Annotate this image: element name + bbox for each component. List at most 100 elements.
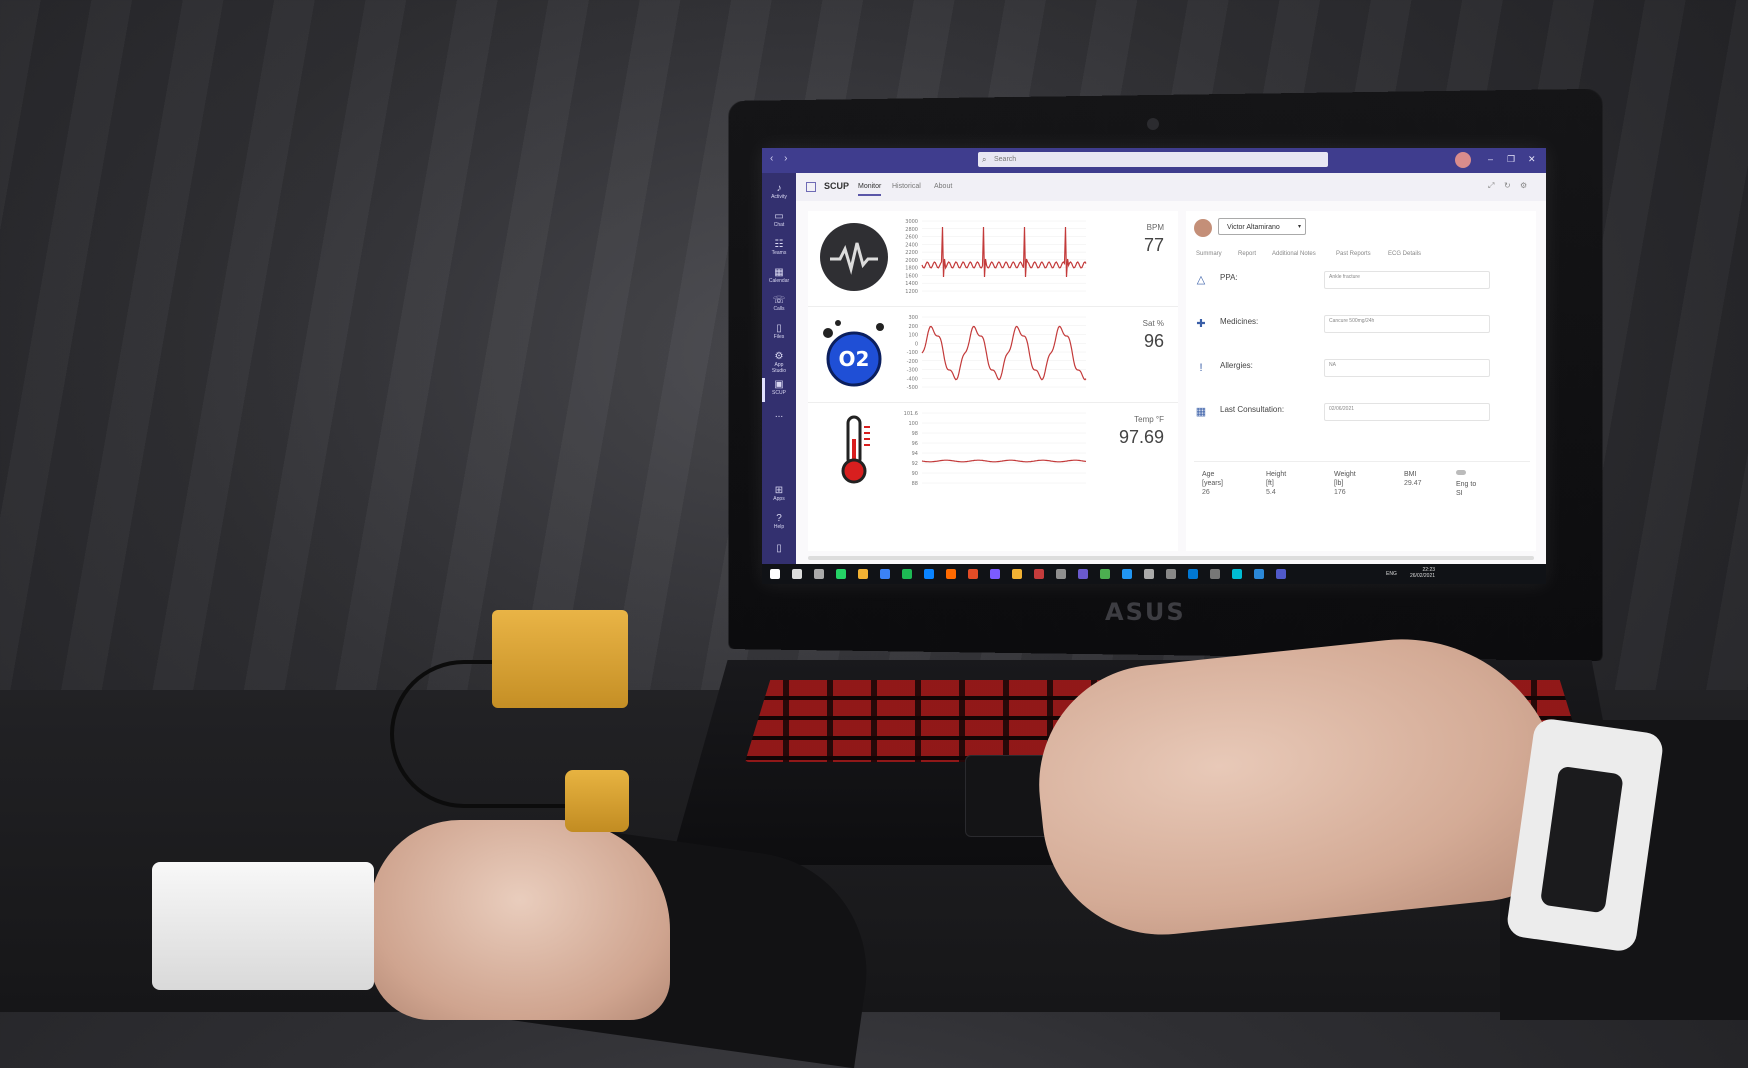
taskbar-app-icon[interactable] [1232,569,1242,579]
app-name: SCUP [824,181,850,191]
rail-chat[interactable]: ▭ Chat [768,211,790,228]
taskbar-app-icon[interactable] [1100,569,1110,579]
age-label: Age [years] [1202,471,1224,487]
taskbar-app-icon[interactable] [990,569,1000,579]
popout-icon[interactable]: ⤢ [1488,181,1494,191]
temp-tick-label: 92 [912,461,918,467]
rail-app-studio[interactable]: ⚙ App Studio [768,351,790,374]
sat-tick-label: -400 [907,376,918,382]
heart-rate-row: 3000 2800 2600 2400 2200 2000 1800 1600 1400 1200… [808,211,1178,307]
medicines-input[interactable]: Cancure 500mg/24h [1324,315,1490,333]
apps-icon: ⊞ [774,485,784,496]
taskbar-app-icon[interactable] [1254,569,1264,579]
settings-icon[interactable]: ⚙ [1520,181,1527,190]
rail-more[interactable]: ... [768,409,790,420]
minimize-icon[interactable]: – [1488,154,1493,164]
rail-apps[interactable]: ⊞ Apps [768,485,790,502]
refresh-icon[interactable]: ↻ [1504,181,1511,190]
weight-stat: Weight [lb] 176 [1334,470,1356,497]
tab-monitor[interactable]: Monitor [858,183,882,196]
tab-report[interactable]: Report [1238,251,1256,257]
search-input[interactable]: ⌕ Search [978,152,1328,167]
rail-label: Calendar [768,278,790,284]
rail-label: Help [773,524,785,530]
maximize-icon[interactable]: ❐ [1507,154,1515,165]
nav-arrows[interactable]: ‹ › [770,153,791,164]
taskbar-app-icon[interactable] [836,569,846,579]
temp-trace [921,459,1087,463]
vitals-panel: 3000 2800 2600 2400 2200 2000 1800 1600 1400 1200… [808,211,1178,551]
rail-label: SCUP [772,390,786,396]
taskbar-app-icon[interactable] [1034,569,1044,579]
taskbar-app-icon[interactable] [1210,569,1220,579]
taskbar-app-icon[interactable] [858,569,868,579]
teams-app-rail: ♪ Activity ▭ Chat ☷ Teams ▦ Calendar ☏ Calls … [762,173,796,584]
webcam [1147,118,1159,130]
mobile-icon: ▯ [776,543,782,554]
rail-calls[interactable]: ☏ Calls [768,295,790,312]
taskbar-app-icon[interactable] [792,569,802,579]
sat-value: 96 [1143,331,1164,351]
taskbar-app-icon[interactable] [924,569,934,579]
height-value: 5.4 [1266,489,1276,496]
tab-historical[interactable]: Historical [892,183,921,190]
age-stat: Age [years] 26 [1202,470,1223,497]
horizontal-scrollbar[interactable] [808,556,1534,560]
patient-select[interactable]: Victor Altamirano ▾ [1218,218,1306,235]
temp-tick-label: 90 [912,471,918,477]
o2-text: O2 [839,347,870,371]
user-avatar[interactable] [1455,152,1471,168]
rail-help[interactable]: ? Help [768,513,790,530]
tab-about[interactable]: About [934,183,952,190]
allergies-input[interactable]: NA [1324,359,1490,377]
bpm-label: BPM [1146,223,1164,232]
ppa-input[interactable]: Ankle fracture [1324,271,1490,289]
taskbar-app-icon[interactable] [880,569,890,579]
rail-activity[interactable]: ♪ Activity [768,183,790,200]
bmi-value: 29.47 [1404,480,1422,487]
close-icon[interactable]: ✕ [1528,154,1536,165]
height-stat: Height [ft] 5.4 [1266,470,1286,497]
ppa-field: △ PPA: Ankle fracture [1194,267,1530,305]
taskbar-app-icon[interactable] [1276,569,1286,579]
taskbar-app-icon[interactable] [968,569,978,579]
tab-ecg-details[interactable]: ECG Details [1388,251,1421,257]
app-list-icon [806,182,816,192]
medicines-field: ✚ Medicines: Cancure 500mg/24h [1194,311,1530,349]
last-consultation-input[interactable]: 02/06/2021 [1324,403,1490,421]
taskbar-app-icon[interactable] [902,569,912,579]
taskbar-app-icon[interactable] [1056,569,1066,579]
bpm-tick-label: 1800 [905,266,918,272]
rail-active-indicator [762,378,765,402]
sat-tick-label: -200 [907,359,918,365]
file-icon: ▯ [776,323,782,334]
bpm-tick-label: 2200 [905,250,918,256]
rail-calendar[interactable]: ▦ Calendar [768,267,790,284]
sat-tick-label: 100 [908,333,918,339]
age-value: 26 [1202,489,1210,496]
sat-tick-label: 200 [908,324,918,330]
sat-tick-label: 300 [908,315,918,321]
tab-summary[interactable]: Summary [1196,251,1222,257]
tab-additional-notes[interactable]: Additional Notes [1272,251,1316,257]
taskbar-app-icon[interactable] [1078,569,1088,579]
taskbar-app-icon[interactable] [1122,569,1132,579]
bpm-tick-label: 1400 [905,281,918,287]
temperature-row: 101.6 100 98 96 94 92 90 88 Temp °F 97.69 [808,403,1178,498]
taskbar-app-icon[interactable] [1144,569,1154,579]
search-placeholder: Search [994,156,1017,163]
tab-past-reports[interactable]: Past Reports [1336,251,1371,257]
taskbar-app-icon[interactable] [1166,569,1176,579]
rail-teams[interactable]: ☷ Teams [768,239,790,256]
units-toggle[interactable] [1456,470,1466,475]
taskbar-app-icon[interactable] [1012,569,1022,579]
rail-files[interactable]: ▯ Files [768,323,790,340]
rail-mobile[interactable]: ▯ [768,543,790,554]
taskbar-app-icon[interactable] [814,569,824,579]
warning-triangle-icon: △ [1196,274,1206,286]
taskbar-app-icon[interactable] [1188,569,1198,579]
taskbar-app-icon[interactable] [946,569,956,579]
taskbar-app-icon[interactable] [770,569,780,579]
temp-tick-label: 98 [912,431,918,437]
rail-scup[interactable]: ▣ SCUP [768,379,790,396]
